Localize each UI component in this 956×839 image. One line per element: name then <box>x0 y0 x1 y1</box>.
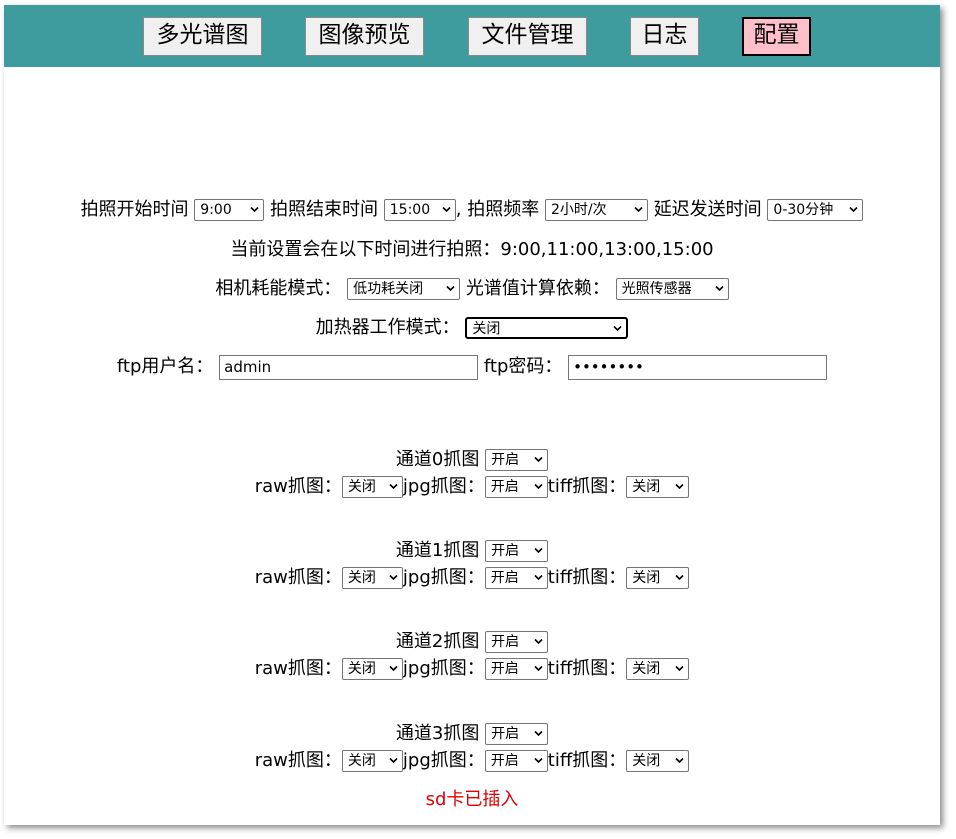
channel-format-row: raw抓图： 关闭 jpg抓图： 开启 tiff抓图： 关闭 <box>4 563 940 589</box>
channel-format-row: raw抓图： 关闭 jpg抓图： 开启 tiff抓图： 关闭 <box>4 654 940 680</box>
channel-capture-select[interactable]: 开启 <box>485 540 549 562</box>
raw-select[interactable]: 关闭 <box>341 658 403 680</box>
chevron-down-icon <box>634 206 643 213</box>
channel-title: 通道2抓图 <box>395 631 480 652</box>
chevron-down-icon <box>534 456 543 463</box>
tiff-label: tiff抓图： <box>547 658 627 679</box>
jpg-label: jpg抓图： <box>402 750 485 771</box>
channel-format-row: raw抓图： 关闭 jpg抓图： 开启 tiff抓图： 关闭 <box>4 746 940 772</box>
channel-capture-row: 通道1抓图 开启 <box>4 536 940 562</box>
channel-capture-row: 通道3抓图 开启 <box>4 719 940 745</box>
chevron-down-icon <box>675 665 684 672</box>
chevron-down-icon <box>534 638 543 645</box>
ftp-user-label: ftp用户名： <box>116 356 214 377</box>
chevron-down-icon <box>534 483 543 490</box>
chevron-down-icon <box>534 547 543 554</box>
raw-label: raw抓图： <box>254 658 342 679</box>
chevron-down-icon <box>849 206 858 213</box>
jpg-select[interactable]: 开启 <box>484 750 548 772</box>
tab-multispectral[interactable]: 多光谱图 <box>143 17 262 56</box>
jpg-select[interactable]: 开启 <box>484 567 548 589</box>
tab-log[interactable]: 日志 <box>630 17 699 56</box>
raw-label: raw抓图： <box>254 750 342 771</box>
power-mode-label: 相机耗能模式： <box>215 278 342 299</box>
frequency-label: , 拍照频率 <box>455 199 540 220</box>
channel-title: 通道3抓图 <box>395 723 480 744</box>
chevron-down-icon <box>534 730 543 737</box>
chevron-down-icon <box>250 206 259 213</box>
start-time-label: 拍照开始时间 <box>80 199 189 220</box>
chevron-down-icon <box>446 285 455 292</box>
channel-format-row: raw抓图： 关闭 jpg抓图： 开启 tiff抓图： 关闭 <box>4 472 940 498</box>
channel-capture-select[interactable]: 开启 <box>485 449 549 471</box>
chevron-down-icon <box>389 665 398 672</box>
tiff-select[interactable]: 关闭 <box>626 567 690 589</box>
chevron-down-icon <box>389 757 398 764</box>
chevron-down-icon <box>715 285 724 292</box>
jpg-select[interactable]: 开启 <box>484 476 548 498</box>
heater-mode-label: 加热器工作模式： <box>315 317 460 338</box>
end-time-label: 拍照结束时间 <box>270 199 379 220</box>
chevron-down-icon <box>534 574 543 581</box>
chevron-down-icon <box>613 325 622 332</box>
chevron-down-icon <box>675 483 684 490</box>
ftp-password-input[interactable]: •••••••• <box>568 354 828 380</box>
raw-select[interactable]: 关闭 <box>341 476 403 498</box>
jpg-label: jpg抓图： <box>402 658 485 679</box>
ftp-user-input[interactable]: admin <box>219 354 479 380</box>
end-time-select[interactable]: 15:00 <box>383 199 456 221</box>
tab-config[interactable]: 配置 <box>742 17 811 56</box>
power-mode-select[interactable]: 低功耗关闭 <box>347 278 461 300</box>
start-time-select[interactable]: 9:00 <box>194 199 265 221</box>
tiff-select[interactable]: 关闭 <box>626 658 690 680</box>
jpg-label: jpg抓图： <box>402 476 485 497</box>
chevron-down-icon <box>675 574 684 581</box>
schedule-summary-text: 当前设置会在以下时间进行拍照：9:00,11:00,13:00,15:00 <box>230 239 714 260</box>
delay-label: 延迟发送时间 <box>653 199 762 220</box>
raw-label: raw抓图： <box>254 476 342 497</box>
frequency-select[interactable]: 2小时/次 <box>544 199 648 221</box>
ftp-row: ftp用户名： admin ftp密码： •••••••• <box>4 352 940 380</box>
chevron-down-icon <box>442 206 451 213</box>
channel-title: 通道0抓图 <box>395 449 480 470</box>
schedule-summary: 当前设置会在以下时间进行拍照：9:00,11:00,13:00,15:00 <box>4 235 940 261</box>
raw-label: raw抓图： <box>254 567 342 588</box>
camera-mode-row: 相机耗能模式： 低功耗关闭 光谱值计算依赖： 光照传感器 <box>4 274 940 300</box>
spectral-source-select[interactable]: 光照传感器 <box>615 278 729 300</box>
tiff-select[interactable]: 关闭 <box>626 476 690 498</box>
chevron-down-icon <box>534 665 543 672</box>
channel-capture-row: 通道2抓图 开启 <box>4 627 940 653</box>
chevron-down-icon <box>534 757 543 764</box>
app-window: 多光谱图 图像预览 文件管理 日志 配置 拍照开始时间 9:00 拍照结束时间 … <box>4 5 940 825</box>
channel-capture-row: 通道0抓图 开启 <box>4 445 940 471</box>
jpg-select[interactable]: 开启 <box>484 658 548 680</box>
channel-capture-select[interactable]: 开启 <box>485 631 549 653</box>
channel-title: 通道1抓图 <box>395 540 480 561</box>
sd-status-text: sd卡已插入 <box>425 789 519 810</box>
heater-row: 加热器工作模式： 关闭 <box>4 313 940 339</box>
chevron-down-icon <box>675 757 684 764</box>
tab-file-management[interactable]: 文件管理 <box>468 17 587 56</box>
tiff-label: tiff抓图： <box>547 567 627 588</box>
ftp-password-label: ftp密码： <box>483 356 563 377</box>
tiff-select[interactable]: 关闭 <box>626 750 690 772</box>
heater-mode-select[interactable]: 关闭 <box>465 317 629 339</box>
raw-select[interactable]: 关闭 <box>341 567 403 589</box>
schedule-row: 拍照开始时间 9:00 拍照结束时间 15:00, 拍照频率 2小时/次 延迟发… <box>4 195 940 221</box>
chevron-down-icon <box>389 574 398 581</box>
tiff-label: tiff抓图： <box>547 750 627 771</box>
delay-select[interactable]: 0-30分钟 <box>767 199 864 221</box>
tab-image-preview[interactable]: 图像预览 <box>305 17 424 56</box>
spectral-source-label: 光谱值计算依赖： <box>465 278 610 299</box>
chevron-down-icon <box>389 483 398 490</box>
tiff-label: tiff抓图： <box>547 476 627 497</box>
jpg-label: jpg抓图： <box>402 567 485 588</box>
raw-select[interactable]: 关闭 <box>341 750 403 772</box>
sd-status-row: sd卡已插入 <box>4 785 940 811</box>
channel-capture-select[interactable]: 开启 <box>485 723 549 745</box>
top-nav-bar: 多光谱图 图像预览 文件管理 日志 配置 <box>4 5 940 67</box>
